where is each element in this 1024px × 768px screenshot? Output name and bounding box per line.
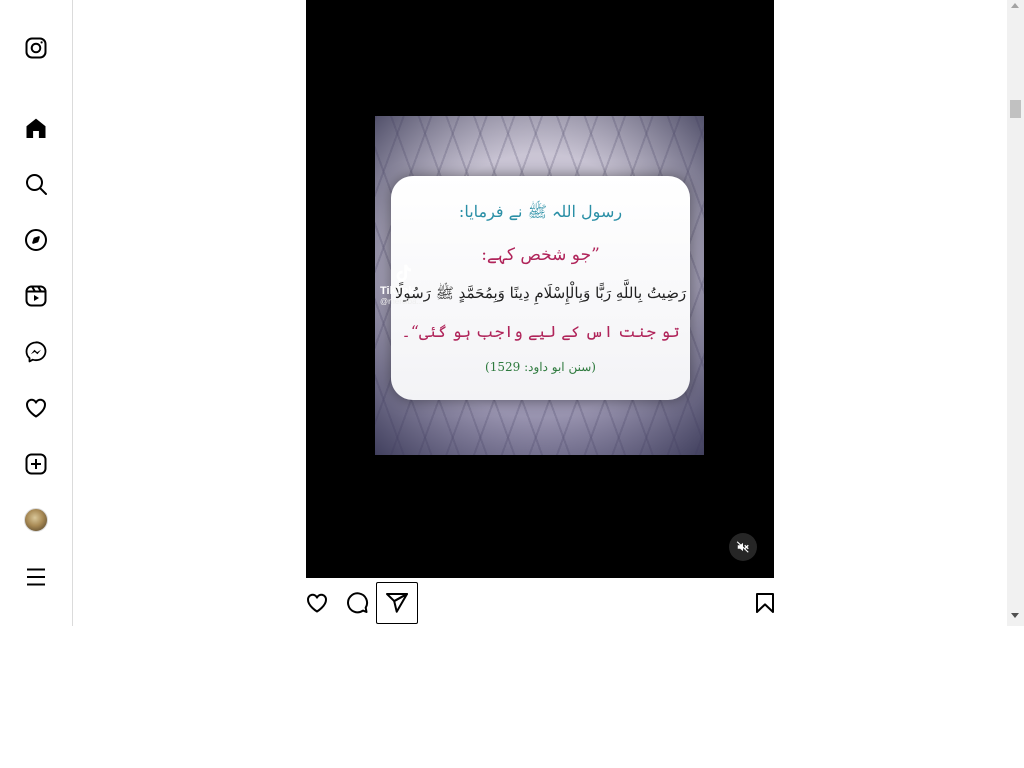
share-button[interactable]	[376, 582, 418, 624]
reels-icon[interactable]	[20, 280, 52, 312]
comment-icon	[347, 592, 369, 614]
post-video[interactable]: رسول اللہ ﷺ نے فرمایا: ”جو شخص کہے: رَضِ…	[306, 0, 774, 578]
bookmark-icon	[756, 593, 774, 613]
tiktok-handle: @merciba...	[380, 297, 424, 306]
scroll-down-arrow-icon[interactable]	[1011, 613, 1019, 618]
post-actions	[306, 582, 774, 624]
tiktok-watermark: TikTok @merciba...	[380, 262, 440, 312]
save-button[interactable]	[745, 583, 785, 623]
heart-icon[interactable]	[20, 392, 52, 424]
like-button[interactable]	[297, 583, 337, 623]
mute-button[interactable]	[729, 533, 757, 561]
scrollbar[interactable]	[1007, 0, 1024, 626]
tiktok-brand: TikTok	[380, 285, 415, 297]
explore-icon[interactable]	[20, 224, 52, 256]
card-reference: (سنن ابو داود: 1529)	[485, 360, 596, 374]
home-icon[interactable]	[20, 112, 52, 144]
card-line-1: رسول اللہ ﷺ نے فرمایا:	[458, 202, 623, 221]
profile-button[interactable]	[20, 504, 52, 536]
tiktok-logo-icon	[396, 264, 411, 282]
page-viewport: رسول اللہ ﷺ نے فرمایا: ”جو شخص کہے: رَضِ…	[0, 0, 1024, 626]
create-icon[interactable]	[20, 448, 52, 480]
comment-button[interactable]	[337, 583, 377, 623]
messenger-icon[interactable]	[20, 336, 52, 368]
avatar	[24, 508, 48, 532]
scroll-thumb[interactable]	[1010, 100, 1021, 118]
card-line-4: تو جنت اس کے لیے واجب ہو گئی“۔	[401, 322, 680, 341]
speaker-muted-icon	[736, 541, 749, 553]
sidebar-nav	[0, 0, 73, 626]
instagram-logo-icon[interactable]	[20, 32, 52, 64]
heart-icon	[307, 593, 327, 613]
menu-icon[interactable]	[20, 561, 52, 593]
scroll-up-arrow-icon[interactable]	[1011, 3, 1019, 8]
send-icon	[386, 593, 408, 613]
search-icon[interactable]	[20, 168, 52, 200]
